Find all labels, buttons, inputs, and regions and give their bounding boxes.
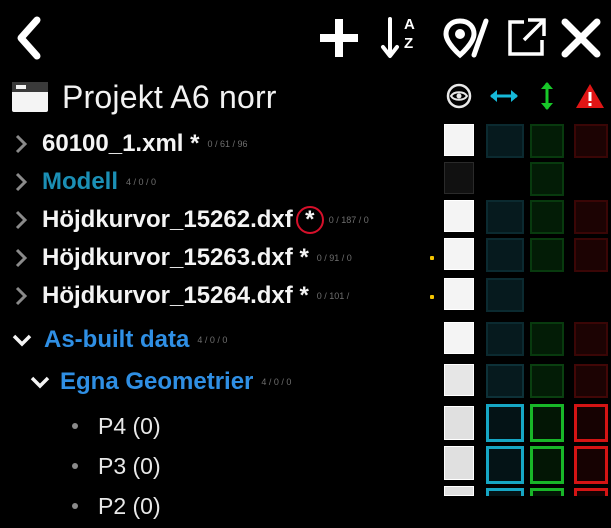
add-button[interactable]: [312, 10, 366, 66]
sort-az-icon: [381, 17, 399, 58]
horizontal-checkbox[interactable]: [486, 200, 524, 234]
row-name: As-built data: [44, 326, 190, 353]
bullet-icon: [72, 463, 78, 469]
visibility-checkbox[interactable]: [444, 364, 474, 396]
vertical-checkbox[interactable]: [530, 404, 564, 442]
vertical-arrows-icon: [541, 82, 553, 110]
row-name: Höjdkurvor_15262.dxf: [42, 206, 293, 233]
indicator-dot: [430, 256, 434, 260]
column-warning-header[interactable]: [572, 78, 608, 114]
tree-row[interactable]: As-built data 4 / 0 / 0: [0, 318, 440, 362]
warning-checkbox[interactable]: [574, 488, 608, 496]
project-title: Projekt A6 norr: [62, 78, 277, 115]
close-icon: [561, 18, 601, 58]
eye-icon: [446, 83, 472, 109]
open-external-icon: [508, 18, 546, 56]
warning-checkbox[interactable]: [574, 200, 608, 234]
row-meta: 0 / 101 /: [316, 291, 350, 301]
back-button[interactable]: [6, 10, 50, 66]
warning-checkbox[interactable]: [574, 364, 608, 398]
map-pin-button[interactable]: [440, 10, 492, 66]
warning-checkbox[interactable]: [574, 238, 608, 272]
bullet-icon: [72, 503, 78, 509]
row-name: Höjdkurvor_15263.dxf *: [42, 244, 309, 271]
bullet-icon: [72, 423, 78, 429]
map-pin-slash-icon: [443, 18, 489, 59]
close-button[interactable]: [556, 10, 606, 66]
chevron-right-icon: [12, 205, 30, 235]
sort-button[interactable]: A Z: [376, 10, 426, 66]
folder-box-icon: [12, 82, 48, 112]
row-name: P2 (0): [98, 492, 161, 519]
visibility-checkbox[interactable]: [444, 486, 474, 496]
row-meta: 4 / 0 / 0: [197, 335, 228, 345]
visibility-checkbox[interactable]: [444, 162, 474, 194]
project-header[interactable]: Projekt A6 norr: [10, 72, 430, 122]
column-vertical-header[interactable]: [530, 78, 564, 114]
row-meta: 0 / 91 / 0: [316, 253, 352, 263]
visibility-checkbox[interactable]: [444, 200, 474, 232]
row-meta: 0 / 61 / 96: [207, 139, 248, 149]
tree-row[interactable]: P3 (0): [0, 444, 440, 488]
column-visibility-header[interactable]: [440, 78, 478, 114]
chevron-right-icon: [12, 281, 30, 311]
tree-row[interactable]: Höjdkurvor_15264.dxf * 0 / 101 /: [0, 274, 440, 318]
warning-checkbox[interactable]: [574, 446, 608, 484]
horizontal-checkbox[interactable]: [486, 446, 524, 484]
horizontal-checkbox[interactable]: [486, 322, 524, 356]
row-meta: 0 / 187 / 0: [328, 215, 369, 225]
warning-checkbox[interactable]: [574, 322, 608, 356]
row-name: 60100_1.xml *: [42, 130, 200, 157]
visibility-checkbox[interactable]: [444, 278, 474, 310]
column-horizontal-header[interactable]: [484, 78, 524, 114]
row-name: Höjdkurvor_15264.dxf *: [42, 282, 309, 309]
horizontal-arrows-icon: [490, 90, 518, 102]
visibility-checkbox[interactable]: [444, 446, 474, 480]
horizontal-checkbox[interactable]: [486, 238, 524, 272]
chevron-down-icon: [28, 367, 52, 397]
tree-row[interactable]: P2 (0): [0, 484, 440, 528]
horizontal-checkbox[interactable]: [486, 488, 524, 496]
chevron-right-icon: [12, 243, 30, 273]
vertical-checkbox[interactable]: [530, 200, 564, 234]
chevron-right-icon: [12, 129, 30, 159]
chevron-down-icon: [10, 325, 34, 355]
sort-label-a: A: [404, 16, 415, 33]
row-name: P4 (0): [98, 412, 161, 439]
vertical-checkbox[interactable]: [530, 322, 564, 356]
vertical-checkbox[interactable]: [530, 488, 564, 496]
row-name: P3 (0): [98, 452, 161, 479]
visibility-checkbox[interactable]: [444, 124, 474, 156]
warning-checkbox[interactable]: [574, 404, 608, 442]
warning-icon: [576, 84, 604, 108]
chevron-right-icon: [12, 167, 30, 197]
row-name: Modell: [42, 168, 118, 195]
vertical-checkbox[interactable]: [530, 162, 564, 196]
visibility-checkbox[interactable]: [444, 322, 474, 354]
tree-row[interactable]: P4 (0): [0, 404, 440, 448]
modified-star: *: [295, 206, 324, 234]
row-meta: 4 / 0 / 0: [126, 177, 157, 187]
horizontal-checkbox[interactable]: [486, 124, 524, 158]
visibility-checkbox[interactable]: [444, 238, 474, 270]
chevron-left-icon: [17, 16, 41, 60]
sort-label-z: Z: [404, 35, 414, 52]
vertical-checkbox[interactable]: [530, 124, 564, 158]
plus-icon: [320, 19, 358, 57]
vertical-checkbox[interactable]: [530, 446, 564, 484]
row-meta: 4 / 0 / 0: [261, 377, 292, 387]
vertical-checkbox[interactable]: [530, 364, 564, 398]
vertical-checkbox[interactable]: [530, 238, 564, 272]
horizontal-checkbox[interactable]: [486, 278, 524, 312]
tree-row[interactable]: Egna Geometrier 4 / 0 / 0: [0, 360, 440, 404]
indicator-dot: [430, 295, 434, 299]
row-name: Egna Geometrier: [60, 368, 254, 395]
visibility-checkbox[interactable]: [444, 406, 474, 440]
open-external-button[interactable]: [500, 10, 552, 66]
warning-checkbox[interactable]: [574, 124, 608, 158]
horizontal-checkbox[interactable]: [486, 364, 524, 398]
horizontal-checkbox[interactable]: [486, 404, 524, 442]
highlight-circle: [295, 206, 324, 234]
